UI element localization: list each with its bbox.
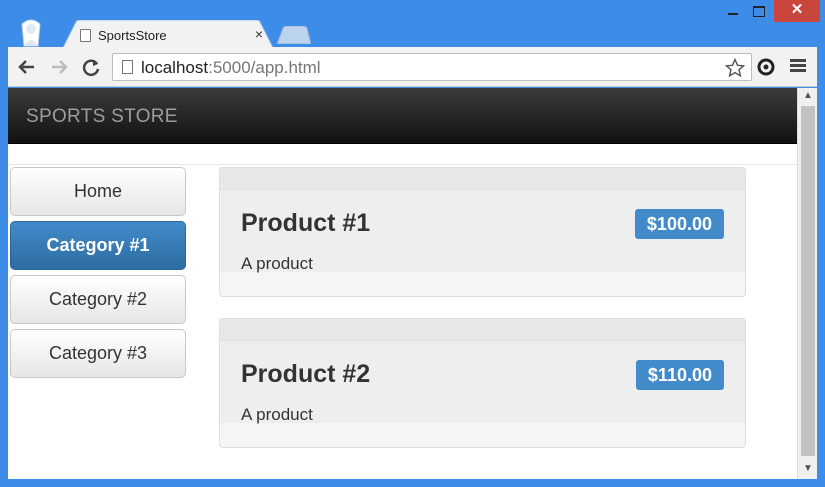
tab-close-icon[interactable]: × xyxy=(252,26,266,42)
product-description: A product xyxy=(241,254,313,273)
category-button-2[interactable]: Category #2 xyxy=(10,275,186,324)
product-card-header xyxy=(220,319,745,341)
bookmark-star-icon[interactable] xyxy=(724,55,746,84)
browser-window: SportsStore × ✕ localhost:5000/app.html xyxy=(0,0,825,487)
url-host: localhost xyxy=(141,58,209,77)
product-card: Product #1 $100.00 A product xyxy=(219,167,746,297)
scroll-up-icon[interactable]: ▲ xyxy=(798,88,817,104)
profile-icon[interactable] xyxy=(16,18,46,48)
url-text[interactable]: localhost:5000/app.html xyxy=(141,58,321,78)
vertical-scrollbar[interactable]: ▲ ▼ xyxy=(797,88,817,479)
close-icon: ✕ xyxy=(790,1,804,18)
category-button-3[interactable]: Category #3 xyxy=(10,329,186,378)
new-tab-button[interactable] xyxy=(276,25,312,45)
product-description: A product xyxy=(241,405,313,424)
app-navbar: SPORTS STORE xyxy=(8,88,797,144)
product-name: Product #2 xyxy=(241,360,371,388)
price-badge: $100.00 xyxy=(634,209,724,239)
page-icon xyxy=(80,29,91,42)
product-card-header xyxy=(220,168,745,190)
address-bar[interactable]: localhost:5000/app.html xyxy=(112,53,752,81)
product-name: Product #1 xyxy=(241,209,371,237)
extension-icon[interactable] xyxy=(756,57,776,77)
reload-icon[interactable] xyxy=(80,56,102,78)
page-viewport: SPORTS STORE Home Category #1 Category #… xyxy=(8,88,817,479)
category-button-home[interactable]: Home xyxy=(10,167,186,216)
maximize-icon[interactable] xyxy=(746,0,772,22)
brand[interactable]: SPORTS STORE xyxy=(26,106,178,128)
price-badge: $110.00 xyxy=(635,360,724,390)
scroll-down-icon[interactable]: ▼ xyxy=(798,461,817,477)
forward-arrow-icon[interactable] xyxy=(48,56,70,78)
window-close-button[interactable]: ✕ xyxy=(774,0,820,22)
category-button-1[interactable]: Category #1 xyxy=(10,221,186,270)
title-bar: SportsStore × ✕ xyxy=(0,0,825,50)
minimize-icon[interactable] xyxy=(720,0,746,22)
tab-sportsstore[interactable]: SportsStore × xyxy=(62,20,274,50)
back-arrow-icon[interactable] xyxy=(16,56,38,78)
scroll-thumb[interactable] xyxy=(801,106,815,456)
page-icon xyxy=(122,60,133,74)
divider xyxy=(8,164,797,165)
url-path: :5000/app.html xyxy=(208,58,321,77)
browser-toolbar: localhost:5000/app.html xyxy=(8,47,817,87)
product-card: Product #2 $110.00 A product xyxy=(219,318,746,448)
tab-title: SportsStore xyxy=(98,28,167,43)
hamburger-menu-icon[interactable] xyxy=(790,59,806,73)
